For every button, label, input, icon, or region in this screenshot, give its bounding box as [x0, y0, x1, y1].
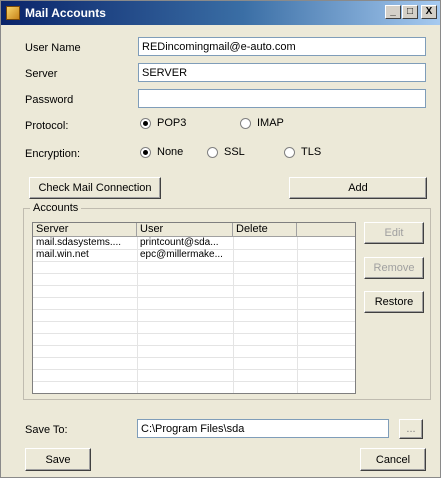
mail-accounts-window: Mail Accounts _ □ X User Name Server Pas…	[0, 0, 441, 478]
accounts-group-label: Accounts	[30, 202, 82, 214]
save-button[interactable]: Save	[25, 448, 91, 471]
window-title: Mail Accounts	[25, 6, 106, 20]
column-header-filler	[297, 223, 355, 237]
grid-divider	[355, 237, 356, 394]
protocol-pop3-label: POP3	[157, 117, 187, 129]
radio-selected-icon	[140, 146, 151, 158]
protocol-imap-radio[interactable]: IMAP	[240, 117, 284, 129]
column-header-server[interactable]: Server	[33, 223, 137, 237]
grid-line	[33, 381, 355, 382]
password-input[interactable]	[138, 89, 426, 108]
edit-button[interactable]: Edit	[364, 222, 424, 244]
save-to-path-input[interactable]	[137, 419, 389, 438]
protocol-pop3-radio[interactable]: POP3	[140, 117, 186, 129]
grid-line	[33, 357, 355, 358]
table-row-server[interactable]: mail.win.net	[36, 249, 136, 261]
encryption-none-radio[interactable]: None	[140, 146, 183, 158]
check-mail-connection-button[interactable]: Check Mail Connection	[29, 177, 161, 199]
user-name-input[interactable]	[138, 37, 426, 56]
encryption-none-label: None	[157, 146, 184, 158]
title-bar[interactable]: Mail Accounts _ □ X	[1, 1, 440, 25]
table-row-server[interactable]: mail.sdasystems....	[36, 237, 136, 249]
encryption-ssl-label: SSL	[224, 146, 245, 158]
browse-button[interactable]: ...	[399, 419, 423, 439]
protocol-label: Protocol:	[25, 120, 69, 132]
close-icon[interactable]: X	[421, 5, 437, 19]
save-to-label: Save To:	[25, 424, 68, 436]
password-label: Password	[25, 94, 74, 106]
grid-line	[33, 345, 355, 346]
radio-unselected-icon	[240, 117, 251, 129]
encryption-ssl-radio[interactable]: SSL	[207, 146, 245, 158]
column-header-user[interactable]: User	[137, 223, 233, 237]
grid-line	[33, 321, 355, 322]
protocol-imap-label: IMAP	[257, 117, 284, 129]
encryption-tls-label: TLS	[301, 146, 322, 158]
grid-line	[33, 297, 355, 298]
table-row-user[interactable]: epc@millermake...	[140, 249, 232, 261]
maximize-icon[interactable]: □	[402, 5, 418, 19]
remove-button[interactable]: Remove	[364, 257, 424, 279]
accounts-grid[interactable]: Server User Delete mail.sdasystems.... p…	[32, 222, 356, 394]
radio-unselected-icon	[284, 146, 295, 158]
restore-button[interactable]: Restore	[364, 291, 424, 313]
grid-line	[33, 261, 355, 262]
grid-line	[33, 369, 355, 370]
server-label: Server	[25, 68, 58, 80]
minimize-icon[interactable]: _	[385, 5, 401, 19]
grid-line	[33, 285, 355, 286]
grid-line	[33, 333, 355, 334]
encryption-label: Encryption:	[25, 148, 81, 160]
encryption-tls-radio[interactable]: TLS	[284, 146, 321, 158]
cancel-button[interactable]: Cancel	[360, 448, 426, 471]
radio-unselected-icon	[207, 146, 218, 158]
add-button[interactable]: Add	[289, 177, 427, 199]
server-input[interactable]	[138, 63, 426, 82]
radio-selected-icon	[140, 117, 151, 129]
grid-line	[33, 309, 355, 310]
column-header-delete[interactable]: Delete	[233, 223, 297, 237]
grid-line	[33, 273, 355, 274]
table-row-user[interactable]: printcount@sda...	[140, 237, 232, 249]
mail-app-icon	[6, 6, 20, 20]
user-name-label: User Name	[25, 42, 81, 54]
